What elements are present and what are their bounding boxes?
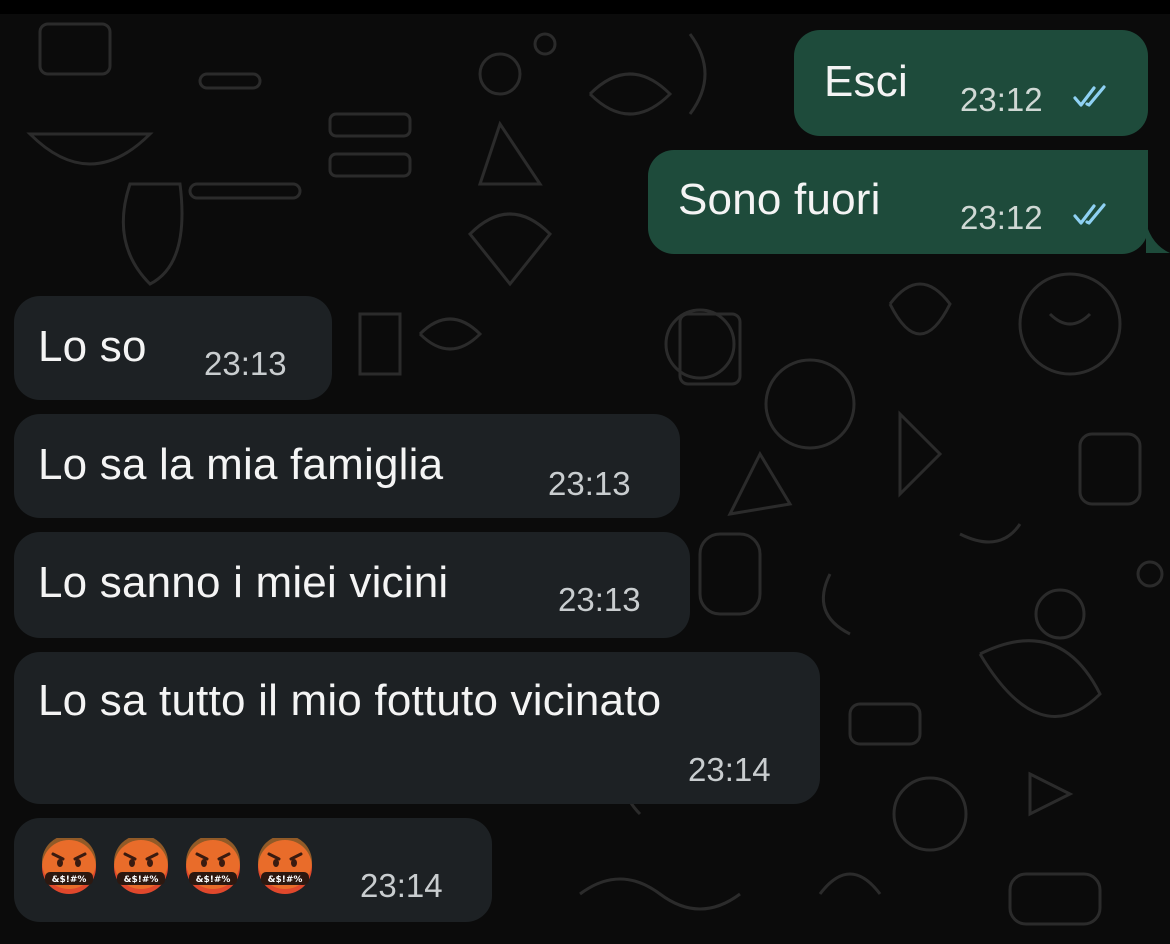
message-time: 23:14 xyxy=(688,751,771,788)
message-bubble-incoming[interactable]: Lo sa tutto il mio fottuto vicinato 23:1… xyxy=(14,652,820,804)
read-double-check-icon xyxy=(1073,85,1106,107)
message-bubble-incoming[interactable]: Lo so 23:13 xyxy=(14,296,332,400)
message-bubble-outgoing[interactable]: Esci 23:12 xyxy=(794,30,1148,136)
svg-text:&$!#%: &$!#% xyxy=(124,875,159,885)
svg-text:&$!#%: &$!#% xyxy=(268,875,303,885)
message-time: 23:12 xyxy=(960,199,1043,236)
message-bubble-incoming[interactable]: Lo sa la mia famiglia 23:13 xyxy=(14,414,680,518)
face-with-symbols-on-mouth-icon: &$!#% xyxy=(42,838,96,894)
message-bubble-outgoing[interactable]: Sono fuori 23:12 xyxy=(648,150,1148,254)
message-text: Lo sanno i miei vicini xyxy=(38,558,449,607)
chat-screen: Esci 23:12 Sono fuori 23:12 Lo so 23:13 … xyxy=(0,0,1170,944)
message-text: Sono fuori xyxy=(678,175,881,224)
read-double-check-icon xyxy=(1073,203,1106,225)
message-bubble-incoming[interactable]: &$!#% &$!#% &$!#% &$!#% 23:14 xyxy=(14,818,492,922)
message-bubble-incoming[interactable]: Lo sanno i miei vicini 23:13 xyxy=(14,532,690,638)
message-time: 23:13 xyxy=(204,345,287,382)
message-text: Esci xyxy=(824,57,908,106)
face-with-symbols-on-mouth-icon: &$!#% xyxy=(186,838,240,894)
svg-text:&$!#%: &$!#% xyxy=(52,875,87,885)
face-with-symbols-on-mouth-icon: &$!#% xyxy=(114,838,168,894)
message-time: 23:13 xyxy=(548,465,631,502)
message-text: Lo sa la mia famiglia xyxy=(38,440,444,489)
message-time: 23:12 xyxy=(960,81,1043,118)
top-bar xyxy=(0,0,1170,14)
svg-text:&$!#%: &$!#% xyxy=(196,875,231,885)
face-with-symbols-on-mouth-icon: &$!#% xyxy=(258,838,312,894)
message-text: Lo so xyxy=(38,322,147,371)
bubble-tail xyxy=(1146,223,1170,253)
message-text: Lo sa tutto il mio fottuto vicinato xyxy=(38,676,662,725)
message-time: 23:14 xyxy=(360,867,443,904)
message-time: 23:13 xyxy=(558,581,641,618)
